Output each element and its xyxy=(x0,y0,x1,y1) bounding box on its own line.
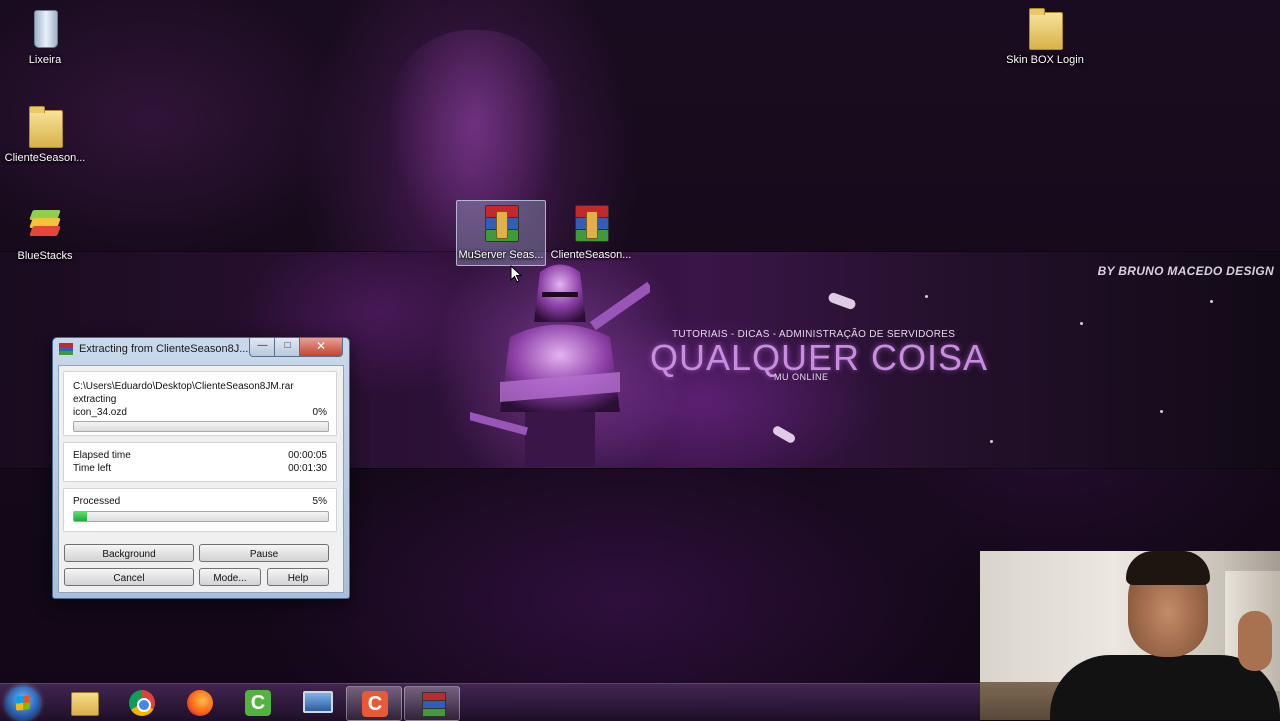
elapsed-time-value: 00:00:05 xyxy=(288,450,327,461)
chrome-icon xyxy=(129,690,155,716)
elapsed-time-label: Elapsed time xyxy=(73,450,131,461)
remote-desktop-icon xyxy=(303,691,333,713)
desktop-icon-cliente-archive[interactable]: ClienteSeason... xyxy=(548,201,634,261)
cancel-button[interactable]: Cancel xyxy=(64,568,194,586)
taskbar-winrar[interactable] xyxy=(404,686,460,721)
mouse-cursor-icon xyxy=(510,265,522,283)
folder-icon xyxy=(25,104,65,148)
desktop-icon-bluestacks[interactable]: BlueStacks xyxy=(2,202,88,262)
background-button[interactable]: Background xyxy=(64,544,194,562)
processed-row: Processed 5% xyxy=(73,496,327,507)
winrar-icon xyxy=(420,691,446,717)
processed-panel: Processed 5% xyxy=(63,488,337,532)
close-button[interactable]: ✕ xyxy=(299,338,343,357)
winrar-icon xyxy=(59,343,73,356)
maximize-button[interactable]: □ xyxy=(274,338,301,357)
current-file-panel: C:\Users\Eduardo\Desktop\ClienteSeason8J… xyxy=(63,371,337,436)
processed-label: Processed xyxy=(73,496,121,507)
current-file-name: icon_34.ozd xyxy=(73,407,127,418)
taskbar-firefox[interactable] xyxy=(172,686,226,719)
bluestacks-icon xyxy=(25,202,65,246)
taskbar-camtasia-recorder[interactable]: C xyxy=(346,686,402,721)
recycle-bin-icon xyxy=(25,6,65,50)
dialog-titlebar[interactable]: Extracting from ClienteSeason8J... — □ ✕ xyxy=(53,338,349,360)
camtasia-recorder-icon: C xyxy=(362,691,388,717)
current-file-percent: 0% xyxy=(312,407,327,418)
desktop-icon-skin-box-login[interactable]: Skin BOX Login xyxy=(1002,6,1088,66)
wallpaper-star xyxy=(1210,300,1213,303)
start-button[interactable] xyxy=(6,686,40,720)
extract-status: extracting xyxy=(73,394,117,405)
desktop-icon-label: MuServer Seas... xyxy=(458,249,544,261)
desktop-icon-label: ClienteSeason... xyxy=(4,152,86,164)
wallpaper-star xyxy=(1160,410,1163,413)
banner-knight-illustration xyxy=(470,264,650,467)
processed-percent: 5% xyxy=(312,496,327,507)
banner-credit-text: BY BRUNO MACEDO DESIGN xyxy=(1097,264,1274,278)
help-button[interactable]: Help xyxy=(267,568,329,586)
dialog-title: Extracting from ClienteSeason8J... xyxy=(79,343,249,355)
time-left-row: Time left 00:01:30 xyxy=(73,463,327,474)
camtasia-icon: C xyxy=(245,690,271,716)
banner-tagline: MU ONLINE xyxy=(774,372,829,382)
current-file-progress-bar xyxy=(73,421,329,432)
desktop-icon-label: ClienteSeason... xyxy=(550,249,632,261)
pause-button[interactable]: Pause xyxy=(199,544,329,562)
webcam-person-hand xyxy=(1238,611,1272,671)
firefox-icon xyxy=(187,690,213,716)
elapsed-time-row: Elapsed time 00:00:05 xyxy=(73,450,327,461)
time-left-value: 00:01:30 xyxy=(288,463,327,474)
wallpaper-star xyxy=(1080,322,1083,325)
winrar-archive-icon xyxy=(571,201,611,245)
desktop-icon-recycle-bin[interactable]: Lixeira xyxy=(2,6,88,66)
desktop-icon-label: BlueStacks xyxy=(17,250,73,262)
file-explorer-icon xyxy=(71,692,99,716)
taskbar-remote-desktop[interactable] xyxy=(288,686,342,719)
archive-path: C:\Users\Eduardo\Desktop\ClienteSeason8J… xyxy=(73,381,294,392)
time-left-label: Time left xyxy=(73,463,111,474)
time-panel: Elapsed time 00:00:05 Time left 00:01:30 xyxy=(63,442,337,482)
folder-icon xyxy=(1025,6,1065,50)
total-progress-bar xyxy=(73,511,329,522)
webcam-person-hair xyxy=(1126,551,1210,585)
winrar-archive-icon xyxy=(481,201,521,245)
wallpaper-star xyxy=(925,295,928,298)
total-progress-fill xyxy=(74,512,87,521)
winrar-extract-dialog[interactable]: Extracting from ClienteSeason8J... — □ ✕… xyxy=(52,337,350,599)
taskbar-chrome[interactable] xyxy=(114,686,168,719)
minimize-button[interactable]: — xyxy=(249,338,276,357)
desktop-icon-label: Skin BOX Login xyxy=(1006,54,1084,66)
current-file-row: icon_34.ozd 0% xyxy=(73,407,327,418)
dialog-body: C:\Users\Eduardo\Desktop\ClienteSeason8J… xyxy=(58,365,344,593)
webcam-overlay xyxy=(980,551,1280,720)
taskbar: C C xyxy=(0,683,980,721)
taskbar-camtasia[interactable]: C xyxy=(230,686,284,719)
desktop-icon-muserver-archive[interactable]: MuServer Seas... xyxy=(456,200,546,266)
taskbar-file-explorer[interactable] xyxy=(56,686,110,719)
wallpaper-star xyxy=(990,440,993,443)
desktop-icon-label: Lixeira xyxy=(28,54,62,66)
desktop-icon-cliente-folder[interactable]: ClienteSeason... xyxy=(2,104,88,164)
mode-button[interactable]: Mode... xyxy=(199,568,261,586)
